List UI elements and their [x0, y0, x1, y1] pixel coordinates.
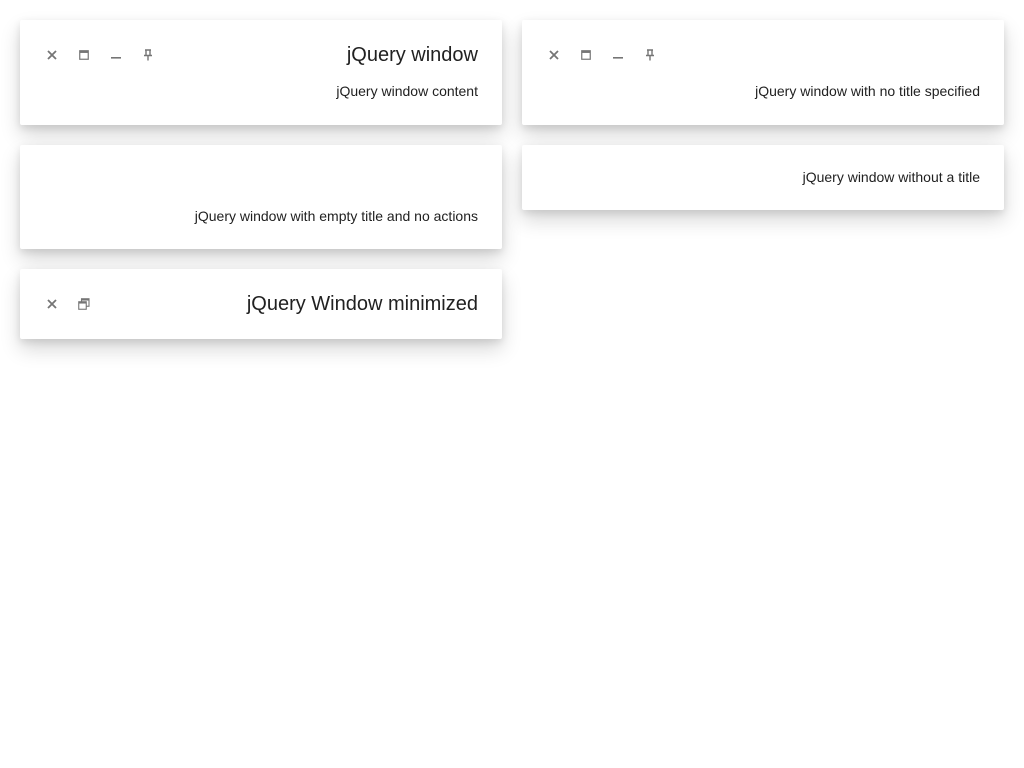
- close-icon: [549, 50, 559, 60]
- pin-button[interactable]: [638, 39, 662, 71]
- window-titlebar[interactable]: jQuery window: [20, 20, 502, 90]
- window-titlebar[interactable]: jQuery Window minimized: [20, 269, 502, 339]
- window-content: jQuery window content: [336, 83, 478, 99]
- window-empty-title-no-actions: jQuery window with empty title and no ac…: [20, 145, 502, 249]
- maximize-icon: [79, 50, 89, 60]
- restore-button[interactable]: [72, 288, 96, 320]
- close-button[interactable]: [40, 39, 64, 71]
- minimize-icon: [111, 50, 121, 60]
- maximize-icon: [581, 50, 591, 60]
- window-title: jQuery Window minimized: [246, 293, 478, 315]
- maximize-button[interactable]: [72, 39, 96, 71]
- restore-icon: [78, 298, 90, 310]
- window-titlebar[interactable]: [522, 20, 1004, 90]
- window-minimized: jQuery Window minimized: [20, 269, 502, 339]
- window-jquery-window: jQuery window jQuery window content: [20, 20, 502, 125]
- minimize-button[interactable]: [104, 39, 128, 71]
- pin-button[interactable]: [136, 39, 160, 71]
- pin-icon: [143, 49, 153, 61]
- minimize-icon: [613, 50, 623, 60]
- minimize-button[interactable]: [606, 39, 630, 71]
- window-title: jQuery window: [346, 44, 478, 66]
- close-icon: [47, 299, 57, 309]
- close-icon: [47, 50, 57, 60]
- window-titlebar[interactable]: [20, 145, 502, 215]
- window-content: jQuery window without a title: [802, 169, 980, 185]
- window-without-title: jQuery window without a title: [522, 145, 1004, 210]
- pin-icon: [645, 49, 655, 61]
- window-actions: [40, 288, 104, 320]
- window-actions: [40, 39, 168, 71]
- maximize-button[interactable]: [574, 39, 598, 71]
- window-no-title-specified: jQuery window with no title specified: [522, 20, 1004, 125]
- close-button[interactable]: [40, 288, 64, 320]
- window-content: jQuery window with no title specified: [755, 83, 980, 99]
- close-button[interactable]: [542, 39, 566, 71]
- window-actions: [542, 39, 670, 71]
- window-content: jQuery window with empty title and no ac…: [194, 208, 478, 224]
